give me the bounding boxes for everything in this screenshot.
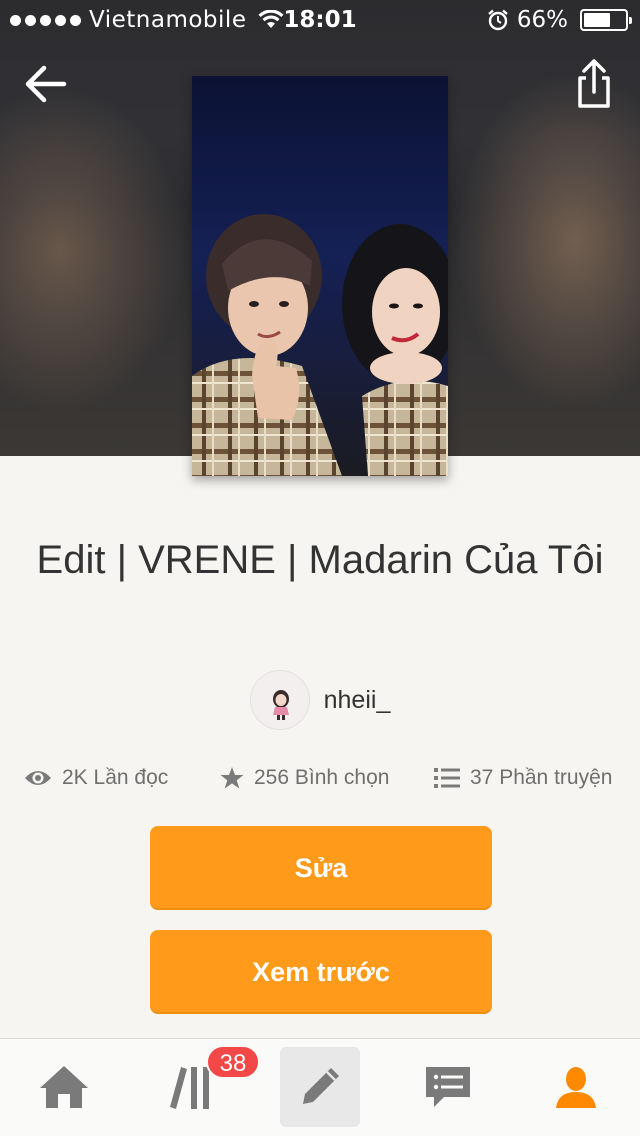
- bottom-tab-bar: 38: [0, 1038, 640, 1136]
- story-cover-image[interactable]: [192, 76, 448, 476]
- avatar-image: [272, 690, 289, 720]
- reads-count: 2K Lần đọc: [62, 766, 169, 789]
- parts-stat: 37 Phần truyện: [434, 756, 612, 800]
- message-icon: [426, 1067, 470, 1107]
- tab-write[interactable]: [280, 1047, 360, 1127]
- cover-photo: [192, 76, 448, 476]
- back-button[interactable]: [22, 62, 70, 106]
- battery-percent: 66%: [516, 7, 568, 33]
- edit-button[interactable]: Sửa: [150, 826, 492, 910]
- votes-count: 256 Bình chọn: [254, 766, 390, 789]
- tab-home[interactable]: [24, 1047, 104, 1127]
- eye-icon: [25, 771, 51, 785]
- avatar[interactable]: [249, 670, 310, 730]
- home-icon: [40, 1066, 88, 1108]
- list-icon: [434, 768, 460, 788]
- author-name[interactable]: nheii_: [324, 686, 391, 715]
- votes-stat: 256 Bình chọn: [220, 756, 389, 800]
- author-link[interactable]: nheii_: [0, 670, 640, 730]
- story-title: Edit | VRENE | Madarin Của Tôi: [36, 538, 604, 582]
- share-button[interactable]: [572, 58, 616, 110]
- profile-icon: [556, 1067, 596, 1108]
- library-badge: 38: [206, 1045, 260, 1079]
- tab-messages[interactable]: [408, 1047, 488, 1127]
- alarm-clock-icon: [488, 9, 508, 31]
- reads-stat: 2K Lần đọc: [24, 756, 168, 800]
- status-right: 66%: [487, 7, 632, 33]
- star-icon: [220, 767, 244, 789]
- pencil-icon: [303, 1068, 339, 1104]
- share-icon: [578, 59, 610, 108]
- tab-profile[interactable]: [536, 1047, 616, 1127]
- preview-button[interactable]: Xem trước: [150, 930, 492, 1014]
- story-stats: 2K Lần đọc 256 Bình chọn 37 Phần truyện: [0, 756, 640, 800]
- parts-count: 37 Phần truyện: [470, 766, 613, 789]
- status-bar: Vietnamobile 18:01 66%: [0, 0, 640, 40]
- battery-level: [584, 13, 611, 27]
- arrow-left-icon: [25, 65, 67, 103]
- battery-icon: [580, 9, 632, 31]
